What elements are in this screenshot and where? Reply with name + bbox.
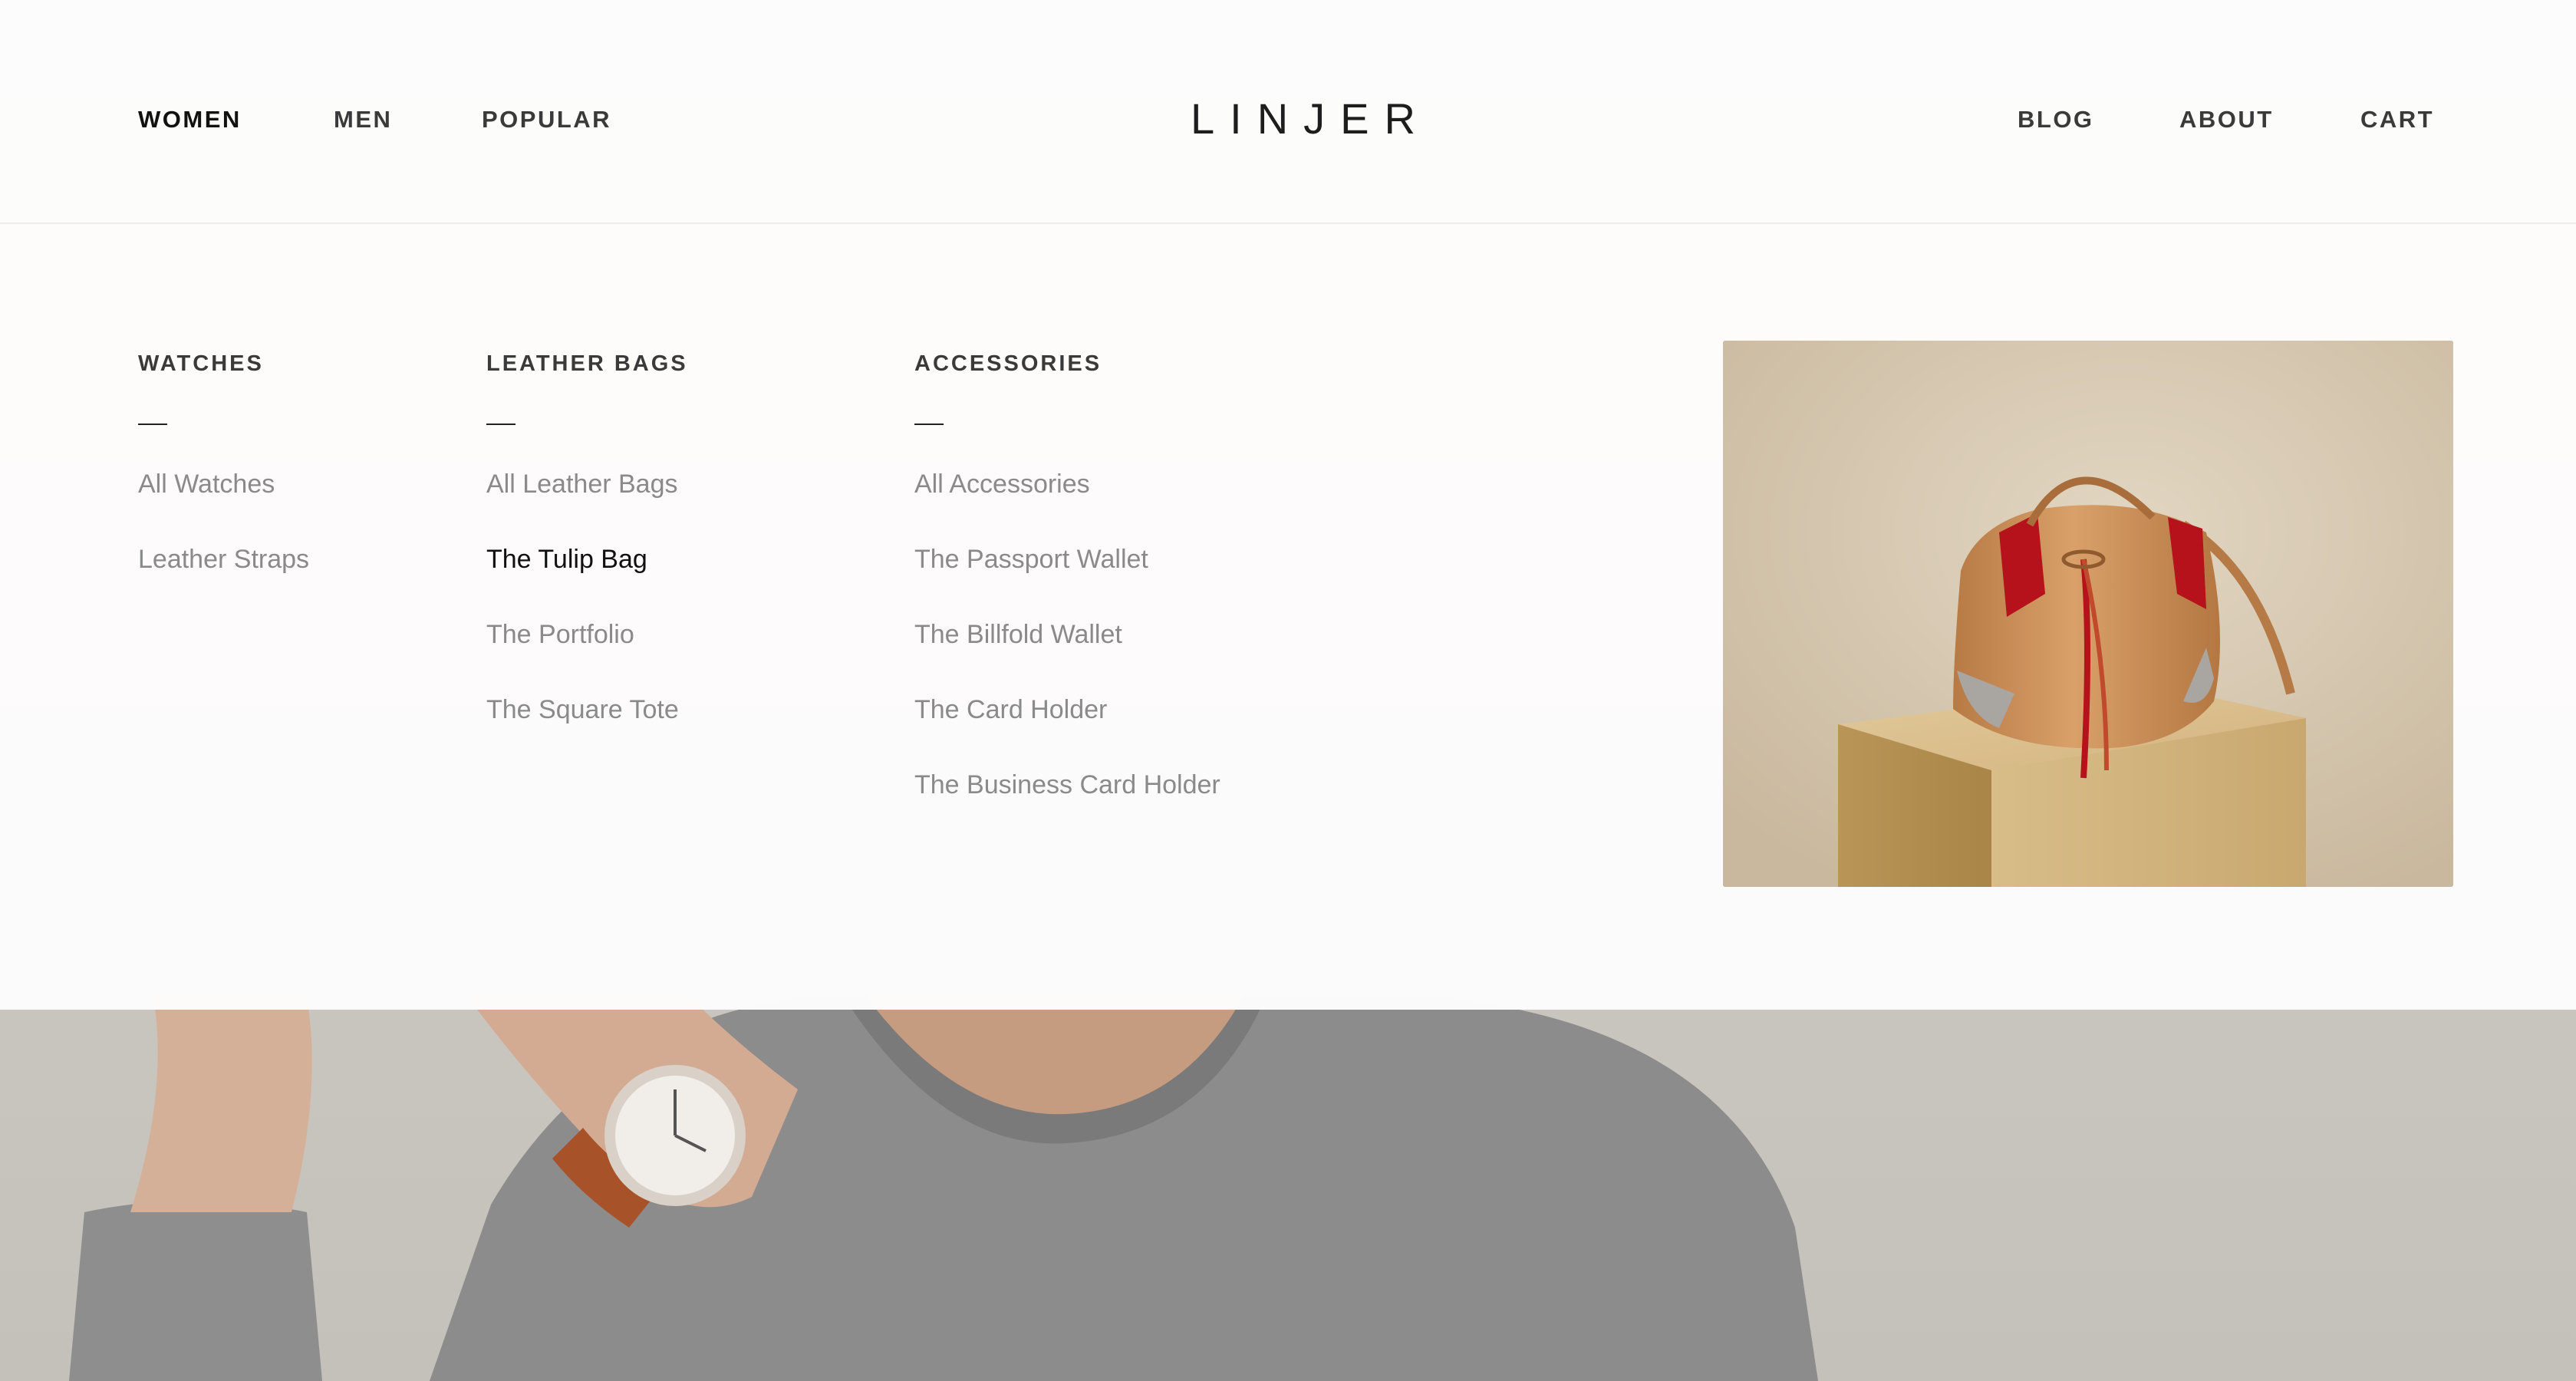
heading-divider	[914, 424, 944, 425]
bag-illustration	[1723, 341, 2453, 887]
menu-item-leather-straps[interactable]: Leather Straps	[138, 545, 309, 620]
menu-item-all-accessories[interactable]: All Accessories	[914, 470, 1220, 545]
page: WOMEN MEN POPULAR LINJER BLOG ABOUT CART…	[0, 0, 2576, 1381]
mega-menu: WATCHES All Watches Leather Straps LEATH…	[0, 224, 2576, 1010]
menu-list: All Accessories The Passport Wallet The …	[914, 470, 1220, 845]
featured-product-image[interactable]	[1723, 341, 2453, 887]
menu-item-square-tote[interactable]: The Square Tote	[486, 695, 679, 770]
menu-list: All Watches Leather Straps	[138, 470, 309, 620]
nav-about[interactable]: ABOUT	[2179, 106, 2274, 133]
column-heading: LEATHER BAGS	[486, 351, 688, 376]
nav-men[interactable]: MEN	[334, 106, 392, 133]
menu-item-billfold-wallet[interactable]: The Billfold Wallet	[914, 620, 1220, 695]
menu-list: All Leather Bags The Tulip Bag The Portf…	[486, 470, 679, 770]
menu-item-all-leather-bags[interactable]: All Leather Bags	[486, 470, 679, 545]
nav-cart[interactable]: CART	[2360, 106, 2434, 133]
heading-divider	[138, 424, 167, 425]
brand-logo[interactable]: LINJER	[1191, 94, 1431, 143]
menu-item-passport-wallet[interactable]: The Passport Wallet	[914, 545, 1220, 620]
menu-item-card-holder[interactable]: The Card Holder	[914, 695, 1220, 770]
nav-women[interactable]: WOMEN	[138, 106, 242, 133]
column-heading: ACCESSORIES	[914, 351, 1102, 376]
menu-item-portfolio[interactable]: The Portfolio	[486, 620, 679, 695]
heading-divider	[486, 424, 516, 425]
column-heading: WATCHES	[138, 351, 264, 376]
menu-item-tulip-bag[interactable]: The Tulip Bag	[486, 545, 679, 620]
nav-blog[interactable]: BLOG	[2018, 106, 2094, 133]
site-header: WOMEN MEN POPULAR LINJER BLOG ABOUT CART	[0, 0, 2576, 224]
nav-popular[interactable]: POPULAR	[482, 106, 611, 133]
menu-item-business-card-holder[interactable]: The Business Card Holder	[914, 770, 1220, 845]
menu-item-all-watches[interactable]: All Watches	[138, 470, 309, 545]
